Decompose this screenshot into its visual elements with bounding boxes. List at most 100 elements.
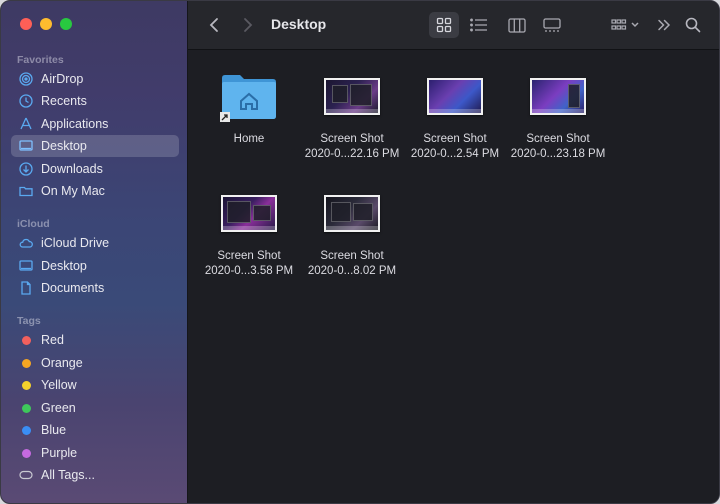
downloads-icon xyxy=(19,162,33,176)
file-item-home[interactable]: Home xyxy=(197,64,301,147)
finder-window: Favorites AirDrop Recents Applications D… xyxy=(0,0,720,504)
sidebar-item-airdrop[interactable]: AirDrop xyxy=(11,68,179,90)
sidebar-item-label: All Tags... xyxy=(41,468,95,482)
file-item-screenshot-4[interactable]: Screen Shot 2020-0...3.58 PM xyxy=(197,181,301,279)
toolbar: Desktop xyxy=(188,1,719,50)
sidebar-tag-yellow[interactable]: Yellow xyxy=(11,374,179,396)
tag-dot-icon xyxy=(19,333,33,347)
icon-view-icon xyxy=(436,17,452,33)
sidebar-tag-green[interactable]: Green xyxy=(11,397,179,419)
sidebar-tag-orange[interactable]: Orange xyxy=(11,352,179,374)
sidebar-item-label: Documents xyxy=(41,281,105,295)
sidebar-item-documents[interactable]: Documents xyxy=(11,277,179,299)
gallery-view-icon xyxy=(543,17,561,32)
screenshot-thumbnail xyxy=(526,64,590,128)
applications-icon xyxy=(19,117,33,131)
group-by-button[interactable] xyxy=(608,12,644,38)
column-view-icon xyxy=(508,17,526,33)
file-item-screenshot-5[interactable]: Screen Shot 2020-0...8.02 PM xyxy=(300,181,404,279)
tag-dot-icon xyxy=(19,401,33,415)
all-tags-icon xyxy=(19,468,33,482)
file-name: Screen Shot xyxy=(320,250,384,262)
document-icon xyxy=(19,281,33,295)
chevron-left-icon xyxy=(209,18,218,32)
sidebar-item-label: On My Mac xyxy=(41,184,105,198)
minimize-button[interactable] xyxy=(40,18,52,30)
cloud-icon xyxy=(19,236,33,250)
sidebar-item-label: Purple xyxy=(41,446,78,460)
screenshot-thumbnail xyxy=(217,181,281,245)
file-item-screenshot-3[interactable]: Screen Shot 2020-0...23.18 PM xyxy=(506,64,610,162)
window-controls xyxy=(20,18,72,30)
search-button[interactable] xyxy=(683,15,703,35)
sidebar-item-label: Desktop xyxy=(41,139,87,153)
icloud-section-title: iCloud xyxy=(17,218,50,230)
file-name-line2: 2020-0...23.18 PM xyxy=(510,148,606,160)
file-item-screenshot-1[interactable]: Screen Shot 2020-0...22.16 PM xyxy=(300,64,404,162)
file-grid: Home Screen Shot 2020-0...22.16 PM Scree… xyxy=(188,50,719,503)
file-name: Screen Shot xyxy=(217,250,281,262)
file-name-line2: 2020-0...22.16 PM xyxy=(304,148,400,160)
screenshot-thumbnail xyxy=(423,64,487,128)
chevron-right-icon xyxy=(244,18,253,32)
double-chevron-icon xyxy=(658,19,671,31)
tag-dot-icon xyxy=(19,446,33,460)
sidebar-item-label: Orange xyxy=(41,356,83,370)
back-button[interactable] xyxy=(204,15,224,35)
forward-button[interactable] xyxy=(238,15,258,35)
folder-icon xyxy=(19,184,33,198)
list-view-icon xyxy=(470,18,487,32)
tag-dot-icon xyxy=(19,378,33,392)
file-item-screenshot-2[interactable]: Screen Shot 2020-0...2.54 PM xyxy=(403,64,507,162)
desktop-icon xyxy=(19,259,33,273)
sidebar-tag-blue[interactable]: Blue xyxy=(11,419,179,441)
sidebar-item-label: AirDrop xyxy=(41,72,84,86)
sidebar-item-label: Applications xyxy=(41,117,109,131)
sidebar-item-label: Red xyxy=(41,333,64,347)
zoom-button[interactable] xyxy=(60,18,72,30)
sidebar-item-label: Green xyxy=(41,401,76,415)
favorites-section-title: Favorites xyxy=(17,54,64,66)
window-title: Desktop xyxy=(271,16,327,32)
sidebar-item-icloud-desktop[interactable]: Desktop xyxy=(11,255,179,277)
tag-dot-icon xyxy=(19,356,33,370)
sidebar-item-label: iCloud Drive xyxy=(41,236,110,250)
sidebar-item-label: Blue xyxy=(41,423,67,437)
sidebar-tag-purple[interactable]: Purple xyxy=(11,442,179,464)
sidebar-item-desktop[interactable]: Desktop xyxy=(11,135,179,157)
list-view-button[interactable] xyxy=(464,12,494,38)
sidebar-item-applications[interactable]: Applications xyxy=(11,113,179,135)
sidebar-item-label: Recents xyxy=(41,94,87,108)
column-view-button[interactable] xyxy=(502,12,532,38)
screenshot-thumbnail xyxy=(320,64,384,128)
tags-section-title: Tags xyxy=(17,315,41,327)
sidebar-tag-red[interactable]: Red xyxy=(11,329,179,351)
sidebar-item-downloads[interactable]: Downloads xyxy=(11,158,179,180)
sidebar: Favorites AirDrop Recents Applications D… xyxy=(1,1,188,503)
file-name: Screen Shot xyxy=(526,133,590,145)
sidebar-item-on-my-mac[interactable]: On My Mac xyxy=(11,180,179,202)
icon-view-button[interactable] xyxy=(429,12,459,38)
sidebar-item-recents[interactable]: Recents xyxy=(11,90,179,112)
sidebar-item-label: Yellow xyxy=(41,378,77,392)
group-by-icon xyxy=(611,19,639,30)
search-icon xyxy=(685,17,701,33)
clock-icon xyxy=(19,94,33,108)
gallery-view-button[interactable] xyxy=(537,12,567,38)
sidebar-item-label: Desktop xyxy=(41,259,87,273)
file-name-line2: 2020-0...2.54 PM xyxy=(410,148,500,160)
file-name-line2: 2020-0...8.02 PM xyxy=(307,265,397,277)
airdrop-icon xyxy=(19,72,33,86)
file-name: Screen Shot xyxy=(423,133,487,145)
sidebar-item-icloud-drive[interactable]: iCloud Drive xyxy=(11,232,179,254)
close-button[interactable] xyxy=(20,18,32,30)
desktop-icon xyxy=(19,139,33,153)
sidebar-tag-all[interactable]: All Tags... xyxy=(11,464,179,486)
tag-dot-icon xyxy=(19,423,33,437)
sidebar-item-label: Downloads xyxy=(41,162,103,176)
file-name: Screen Shot xyxy=(320,133,384,145)
alias-arrow-icon xyxy=(220,109,230,122)
file-name-line2: 2020-0...3.58 PM xyxy=(204,265,294,277)
more-toolbar-button[interactable] xyxy=(654,15,674,35)
screenshot-thumbnail xyxy=(320,181,384,245)
